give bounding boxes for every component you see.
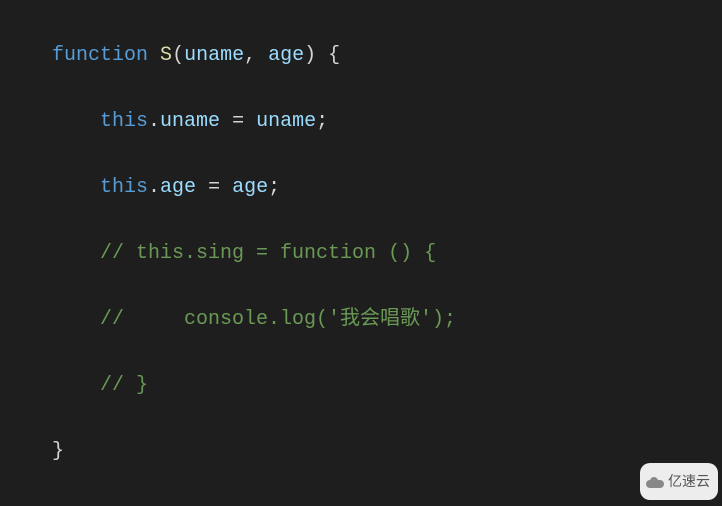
keyword-this: this [100,176,148,199]
function-name: S [160,44,172,67]
code-line: function S(uname, age) { [4,39,722,72]
comment: // } [100,374,148,397]
keyword-this: this [100,110,148,133]
code-line: } [4,435,722,468]
comment: // this.sing = function () { [100,242,436,265]
code-editor[interactable]: function S(uname, age) { this.uname = un… [0,0,722,506]
watermark-badge: 亿速云 [640,463,718,500]
comment: // console.log('我会唱歌'); [100,308,456,331]
code-line: // console.log('我会唱歌'); [4,303,722,336]
code-line: this.uname = uname; [4,105,722,138]
code-line: // } [4,369,722,402]
keyword-function: function [52,44,148,67]
code-line: // this.sing = function () { [4,237,722,270]
watermark-text: 亿速云 [668,465,710,498]
cloud-icon [646,476,664,488]
code-line: this.age = age; [4,171,722,204]
code-line: S.prototype.sing = function(){ [4,501,722,506]
